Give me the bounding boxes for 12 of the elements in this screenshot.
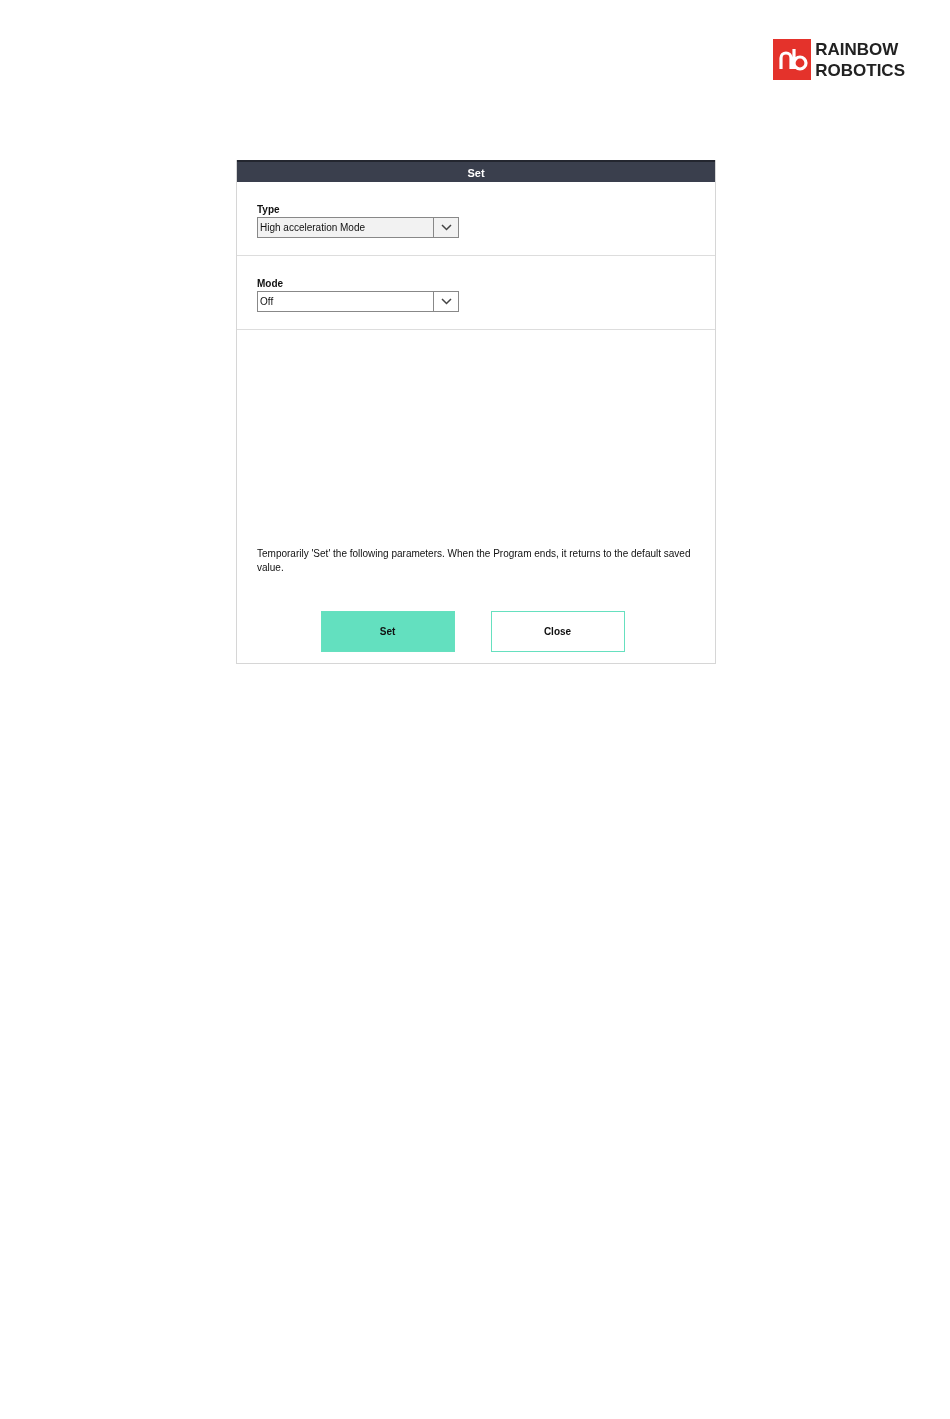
field-label: Type <box>257 204 281 215</box>
chevron-down-icon <box>440 224 452 231</box>
set-button[interactable]: Set <box>320 611 455 652</box>
chevron-down-icon <box>440 298 452 305</box>
dialog-title: Set <box>237 160 715 182</box>
dropdown[interactable]: Off <box>257 291 459 312</box>
note-text: Temporarily 'Set' the following parameters. When the Program ends, it returns to the default saved value. <box>257 547 692 575</box>
field-label: Mode <box>257 278 285 289</box>
logo-icon <box>773 39 812 80</box>
logo-text: ROBOTICS <box>815 59 905 81</box>
close-button[interactable]: Close <box>490 611 625 652</box>
logo-text: RAINBOW <box>815 38 900 60</box>
